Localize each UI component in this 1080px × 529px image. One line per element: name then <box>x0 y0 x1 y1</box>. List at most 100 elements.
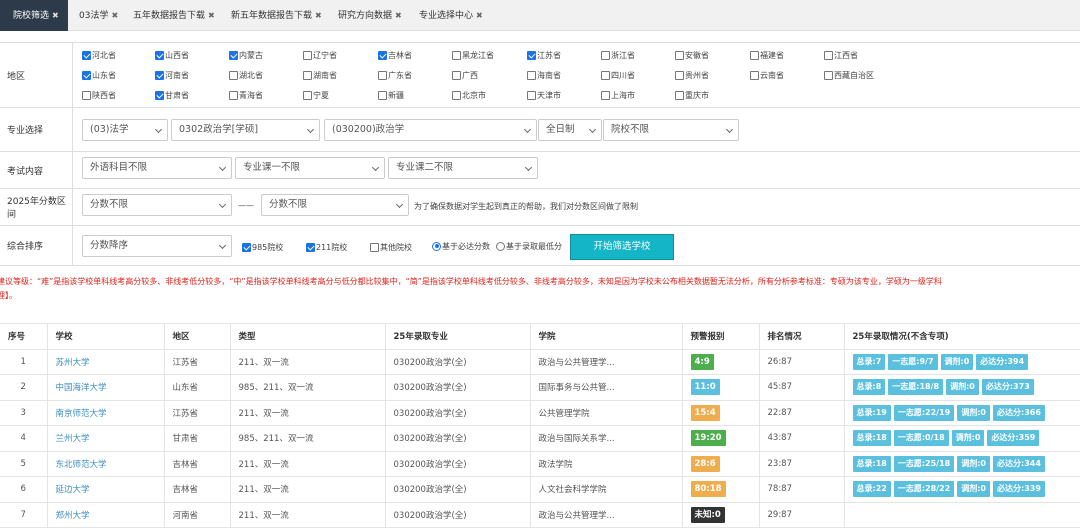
province-checkbox[interactable]: 青海省 <box>229 89 263 101</box>
radio-required-score[interactable]: 基于必达分数 <box>432 240 490 252</box>
close-icon[interactable]: ✖ <box>52 11 59 20</box>
close-icon[interactable]: ✖ <box>315 11 322 20</box>
admission-cell: 总录:18 一志愿:25/18 调剂:0 必达分:344 <box>844 451 1080 477</box>
checkbox-icon <box>452 70 461 80</box>
province-checkbox[interactable]: 安徽省 <box>675 49 709 61</box>
warning-badge: 4:9 <box>690 353 714 370</box>
close-icon[interactable]: ✖ <box>395 11 402 20</box>
school-link[interactable]: 南京师范大学 <box>47 400 165 426</box>
school-link[interactable]: 东北师范大学 <box>47 451 165 477</box>
tab-five-year-report[interactable]: 五年数据报告下载 ✖ <box>133 0 215 31</box>
table-row: 5 东北师范大学 吉林省 211、双一流 030200政治学(全) 政法学院 28:6 23:… <box>0 451 1080 477</box>
filter-985-checkbox[interactable]: 985院校 <box>242 241 283 253</box>
tab-law[interactable]: 03法学 ✖ <box>79 0 118 31</box>
province-label: 湖南省 <box>313 70 337 80</box>
tab-label: 03法学 <box>79 11 109 21</box>
admission-cell: 总录:8 一志愿:18/8 调剂:0 必达分:373 <box>844 374 1080 401</box>
chevron-down-icon <box>588 125 597 134</box>
province-checkbox[interactable]: 山西省 <box>155 49 189 61</box>
chevron-down-icon <box>154 125 163 134</box>
province-checkbox[interactable]: 福建省 <box>750 49 784 61</box>
school-link[interactable]: 延边大学 <box>47 476 165 503</box>
province-checkbox[interactable]: 江苏省 <box>527 49 561 61</box>
admission-badge: 必达分:373 <box>981 379 1034 396</box>
province-checkbox[interactable]: 重庆市 <box>675 89 709 101</box>
province-checkbox[interactable]: 河北省 <box>82 49 116 61</box>
school-link[interactable]: 兰州大学 <box>47 425 165 452</box>
radio-min-score[interactable]: 基于录取最低分 <box>496 240 562 252</box>
tab-major-center[interactable]: 专业选择中心 ✖ <box>419 0 483 31</box>
college-cell: 公共管理学院 <box>530 400 683 426</box>
study-mode-select[interactable]: 全日制 <box>538 119 602 141</box>
province-checkbox[interactable]: 云南省 <box>750 69 784 81</box>
province-checkbox[interactable]: 天津市 <box>527 89 561 101</box>
school-link[interactable]: 郑州大学 <box>47 502 165 528</box>
course-one-select[interactable]: 专业课一不限 <box>235 157 385 179</box>
province-checkbox[interactable]: 西藏自治区 <box>824 69 874 81</box>
province-checkbox[interactable]: 吉林省 <box>378 49 412 61</box>
type-cell: 211、双一流 <box>230 400 386 426</box>
major-select[interactable]: (030200)政治学 <box>324 119 537 141</box>
province-label: 吉林省 <box>388 50 412 60</box>
checkbox-icon <box>378 90 387 100</box>
province-checkbox[interactable]: 陕西省 <box>82 89 116 101</box>
province-checkbox[interactable]: 宁夏 <box>303 89 329 101</box>
checkbox-icon <box>370 242 379 252</box>
province-checkbox[interactable]: 湖北省 <box>229 69 263 81</box>
province-checkbox[interactable]: 湖南省 <box>303 69 337 81</box>
province-checkbox[interactable]: 内蒙古 <box>229 49 263 61</box>
province-checkbox[interactable]: 广东省 <box>378 69 412 81</box>
sort-order-select[interactable]: 分数降序 <box>82 235 232 257</box>
province-checkbox[interactable]: 贵州省 <box>675 69 709 81</box>
checkbox-icon <box>378 70 387 80</box>
province-label: 广东省 <box>388 70 412 80</box>
admission-cell: 总录:18 一志愿:0/18 调剂:0 必达分:359 <box>844 425 1080 452</box>
chevron-down-icon <box>395 200 404 209</box>
score-low-value: 分数不限 <box>90 199 129 210</box>
province-checkbox[interactable]: 浙江省 <box>601 49 635 61</box>
province-checkbox[interactable]: 江西省 <box>824 49 858 61</box>
checkbox-checked-icon <box>527 50 536 60</box>
province-checkbox[interactable]: 四川省 <box>601 69 635 81</box>
foreign-language-select[interactable]: 外语科目不限 <box>82 157 232 179</box>
major-cell: 030200政治学(全) <box>385 400 531 426</box>
tab-new-five-year-report[interactable]: 新五年数据报告下载 ✖ <box>231 0 322 31</box>
province-checkbox[interactable]: 黑龙江省 <box>452 49 494 61</box>
start-filter-button[interactable]: 开始筛选学校 <box>570 234 674 260</box>
province-checkbox[interactable]: 新疆 <box>378 89 404 101</box>
course-two-select[interactable]: 专业课二不限 <box>388 157 538 179</box>
close-icon[interactable]: ✖ <box>111 11 118 20</box>
close-icon[interactable]: ✖ <box>476 11 483 20</box>
province-checkbox[interactable]: 广西 <box>452 69 478 81</box>
admission-badge: 必达分:344 <box>993 455 1045 472</box>
province-checkbox[interactable]: 辽宁省 <box>303 49 337 61</box>
tab-label: 专业选择中心 <box>419 11 474 21</box>
province-checkbox[interactable]: 甘肃省 <box>155 89 189 101</box>
province-checkbox[interactable]: 河南省 <box>155 69 189 81</box>
province-checkbox[interactable]: 山东省 <box>82 69 116 81</box>
warning-badge: 28:6 <box>690 455 720 472</box>
close-icon[interactable]: ✖ <box>208 11 215 20</box>
province-checkbox[interactable]: 北京市 <box>452 89 486 101</box>
score-low-select[interactable]: 分数不限 <box>82 194 232 216</box>
filter-211-checkbox[interactable]: 211院校 <box>306 241 347 253</box>
admission-badge: 一志愿:22/19 <box>893 404 955 421</box>
col-region: 地区 <box>164 323 231 350</box>
school-link[interactable]: 苏州大学 <box>47 349 165 375</box>
discipline-select[interactable]: 0302政治学[学硕] <box>171 119 320 141</box>
province-label: 广西 <box>462 70 478 80</box>
checkbox-icon <box>303 50 312 60</box>
province-checkbox[interactable]: 上海市 <box>601 89 635 101</box>
table-body: 1 苏州大学 江苏省 211、双一流 030200政治学(全) 政治与公共管理学... 4:… <box>0 349 1080 528</box>
tab-school-filter[interactable]: 院校筛选 ✖ <box>0 0 68 31</box>
score-high-select[interactable]: 分数不限 <box>261 194 409 216</box>
filter-other-checkbox[interactable]: 其他院校 <box>370 241 412 253</box>
school-link[interactable]: 中国海洋大学 <box>47 374 165 401</box>
province-checkbox[interactable]: 海南省 <box>527 69 561 81</box>
major-cell: 030200政治学(全) <box>385 476 531 503</box>
admission-badge: 必达分:339 <box>993 481 1045 498</box>
school-filter-select[interactable]: 院校不限 <box>603 119 739 141</box>
checkbox-icon <box>601 70 610 80</box>
category-select[interactable]: (03)法学 <box>82 119 168 141</box>
tab-research-direction[interactable]: 研究方向数据 ✖ <box>338 0 402 31</box>
